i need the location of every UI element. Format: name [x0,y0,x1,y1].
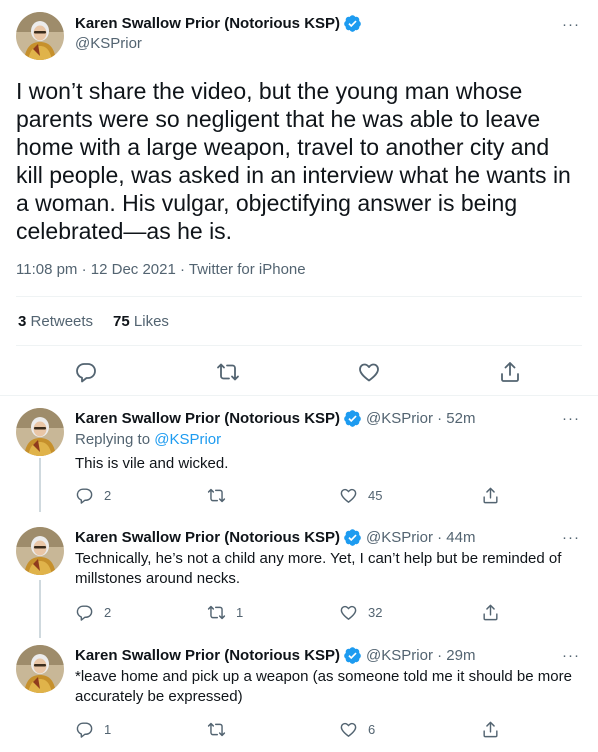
tweet-text: I won’t share the video, but the young m… [16,78,571,244]
avatar[interactable] [16,527,64,575]
reply-icon [75,720,94,739]
more-options-button[interactable]: ··· [562,647,580,664]
divider [16,296,582,297]
reply-icon [75,603,94,622]
heart-icon [339,720,358,739]
reply-actions: 2 1 32 [75,603,505,623]
retweet-icon [207,486,226,505]
author-row: Karen Swallow Prior (Notorious KSP) @KSP… [75,646,475,665]
retweet-button[interactable] [207,720,236,739]
tweet-stats: 3 Retweets 75 Likes [18,313,169,330]
share-icon [481,720,500,739]
like-button[interactable]: 32 [339,603,382,622]
share-button[interactable] [481,486,510,505]
author-row: Karen Swallow Prior (Notorious KSP) @KSP… [75,409,475,428]
reply-tweet[interactable]: Karen Swallow Prior (Notorious KSP) @KSP… [0,645,598,752]
more-options-button[interactable]: ··· [562,410,580,427]
verified-badge-icon [343,14,362,33]
retweet-icon[interactable] [216,360,240,384]
divider [0,395,598,396]
reply-count: 1 [104,722,112,737]
like-count: 32 [368,605,383,620]
reply-actions: 1 6 [75,720,505,740]
reply-count: 2 [104,605,112,620]
heart-icon[interactable] [357,360,381,384]
reply-tweet[interactable]: Karen Swallow Prior (Notorious KSP) @KSP… [0,527,598,637]
author-name[interactable]: Karen Swallow Prior (Notorious KSP) [75,410,340,427]
retweet-count: 1 [236,605,244,620]
reply-button[interactable]: 2 [75,486,111,505]
heart-icon [339,603,358,622]
reply-text: *leave home and pick up a weapon (as som… [75,668,572,705]
replying-prefix: Replying to [75,431,155,448]
heart-icon [339,486,358,505]
verified-badge-icon [343,646,362,665]
likes-label: Likes [133,313,169,330]
author-row: Karen Swallow Prior (Notorious KSP) [75,14,362,33]
more-options-button[interactable]: ··· [562,529,580,546]
like-count: 6 [368,722,376,737]
reply-button[interactable]: 1 [75,720,111,739]
reply-icon [75,486,94,505]
reply-actions: 2 45 [75,486,505,506]
more-options-button[interactable]: ··· [562,16,580,33]
like-count: 45 [368,488,383,503]
verified-badge-icon [343,528,362,547]
avatar[interactable] [16,12,64,60]
share-button[interactable] [481,720,510,739]
handle-time[interactable]: @KSPrior · 44m [366,529,475,546]
retweets-label: Retweets [30,313,94,330]
reply-count: 2 [104,488,112,503]
retweet-icon [207,603,226,622]
reply-tweet[interactable]: Karen Swallow Prior (Notorious KSP) @KSP… [0,408,598,518]
likes-count: 75 [113,313,130,330]
author-name[interactable]: Karen Swallow Prior (Notorious KSP) [75,15,340,32]
share-icon[interactable] [498,360,522,384]
share-icon [481,603,500,622]
like-button[interactable]: 6 [339,720,375,739]
author-handle[interactable]: @KSPrior [75,35,142,52]
replying-handle-link[interactable]: @KSPrior [154,431,221,448]
reply-text: This is vile and wicked. [75,455,229,472]
share-icon [481,486,500,505]
reply-button[interactable]: 2 [75,603,111,622]
divider [16,345,582,346]
likes-stat[interactable]: 75 Likes [113,313,169,330]
tweet-timestamp[interactable]: 11:08 pm · 12 Dec 2021 · Twitter for iPh… [16,261,306,278]
author-name[interactable]: Karen Swallow Prior (Notorious KSP) [75,647,340,664]
retweets-stat[interactable]: 3 Retweets [18,313,93,330]
like-button[interactable]: 45 [339,486,382,505]
avatar[interactable] [16,645,64,693]
share-button[interactable] [481,603,510,622]
author-name[interactable]: Karen Swallow Prior (Notorious KSP) [75,529,340,546]
reply-text: Technically, he’s not a child any more. … [75,550,562,587]
tweet-actions [0,360,598,386]
reply-icon[interactable] [74,360,98,384]
retweet-button[interactable] [207,486,236,505]
retweet-button[interactable]: 1 [207,603,243,622]
author-row: Karen Swallow Prior (Notorious KSP) @KSP… [75,528,475,547]
replying-to: Replying to @KSPrior [75,431,221,448]
handle-time[interactable]: @KSPrior · 29m [366,647,475,664]
handle-time[interactable]: @KSPrior · 52m [366,410,475,427]
avatar[interactable] [16,408,64,456]
verified-badge-icon [343,409,362,428]
retweet-icon [207,720,226,739]
retweets-count: 3 [18,313,27,330]
